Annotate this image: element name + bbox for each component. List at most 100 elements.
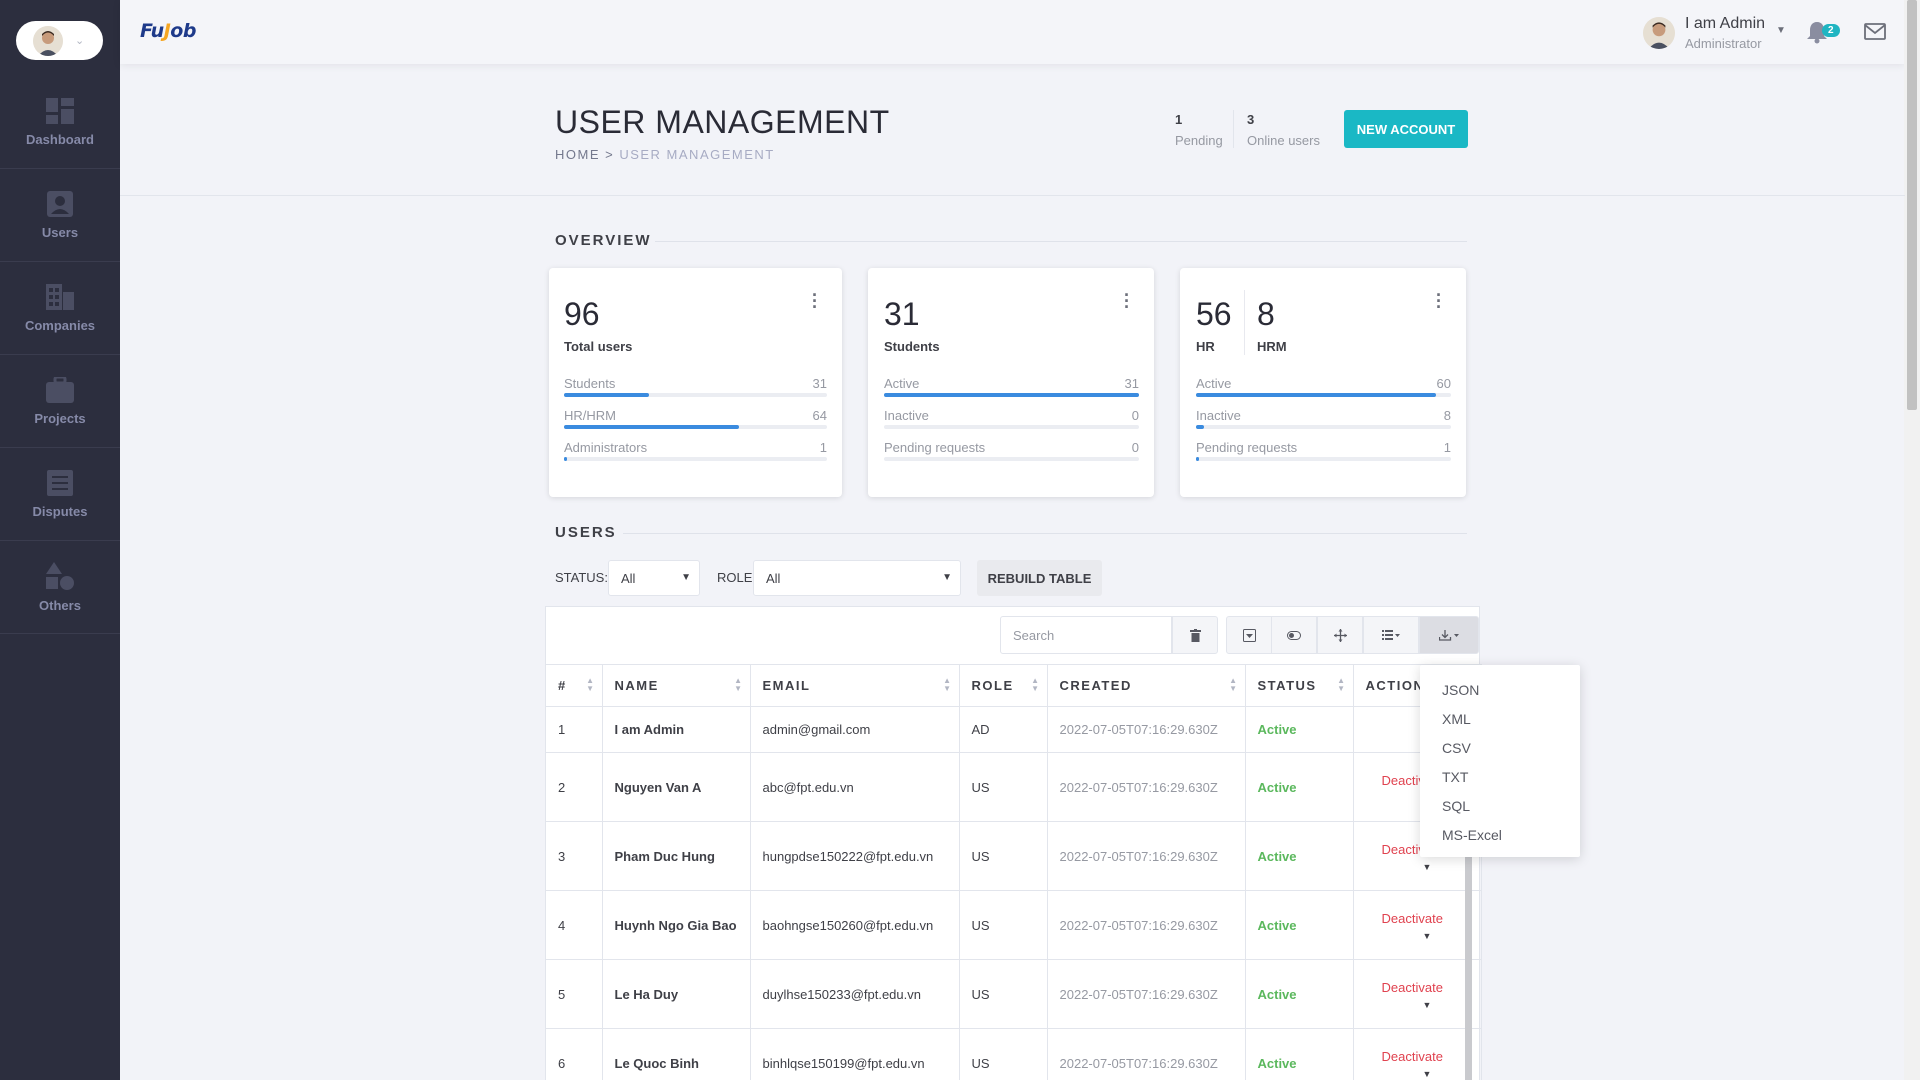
sidebar-item-users[interactable]: Users bbox=[0, 169, 120, 262]
students-caption: Students bbox=[884, 339, 940, 354]
columns-button[interactable] bbox=[1363, 616, 1419, 654]
status-badge: Active bbox=[1245, 821, 1354, 891]
export-option-sql[interactable]: SQL bbox=[1420, 791, 1580, 820]
table-row: 1 I am Admin admin@gmail.com AD 2022-07-… bbox=[546, 706, 1482, 753]
sort-icon: ▲ ▼ bbox=[1337, 676, 1347, 693]
header-user-menu[interactable]: I am Admin Administrator bbox=[1643, 15, 1765, 51]
status-badge: Active bbox=[1245, 752, 1354, 822]
hrm-value: 8 bbox=[1257, 296, 1275, 332]
role-filter-select[interactable]: All ▼ bbox=[753, 560, 961, 596]
export-option-ms-excel[interactable]: MS-Excel bbox=[1420, 820, 1580, 849]
toggle-pagination-button[interactable] bbox=[1226, 616, 1272, 654]
toggle-view-button[interactable] bbox=[1271, 616, 1317, 654]
logo[interactable]: FuJob bbox=[140, 20, 196, 42]
list-icon bbox=[1382, 630, 1400, 640]
fullscreen-button[interactable] bbox=[1317, 616, 1363, 654]
sort-icon: ▲ ▼ bbox=[943, 676, 953, 693]
search-input[interactable]: Search bbox=[1000, 616, 1172, 654]
arrows-icon bbox=[1333, 628, 1347, 642]
column-header-role[interactable]: ROLE ▲ ▼ bbox=[959, 664, 1048, 707]
sidebar-item-others[interactable]: Others bbox=[0, 541, 120, 634]
progress-fill bbox=[564, 393, 649, 397]
export-button[interactable] bbox=[1419, 616, 1479, 654]
progress-row: Active 31 bbox=[884, 376, 1139, 406]
page-title: USER MANAGEMENT bbox=[555, 104, 890, 140]
progress-fill bbox=[564, 457, 567, 461]
caret-down-icon[interactable]: ▼ bbox=[1423, 1069, 1432, 1079]
sidebar-item-label: Users bbox=[41, 224, 79, 240]
avatar bbox=[1643, 17, 1675, 49]
overview-title: OVERVIEW bbox=[555, 232, 652, 249]
deactivate-link[interactable]: Deactivate bbox=[1382, 911, 1443, 926]
progress-fill bbox=[564, 425, 740, 429]
column-header-id[interactable]: # ▲ ▼ bbox=[546, 664, 603, 707]
hrm-caption: HRM bbox=[1257, 339, 1287, 354]
divider bbox=[1244, 290, 1245, 355]
export-option-csv[interactable]: CSV bbox=[1420, 733, 1580, 762]
more-icon[interactable]: · · · bbox=[812, 286, 818, 316]
download-icon bbox=[1439, 629, 1459, 641]
table-row: 2 Nguyen Van A abc@fpt.edu.vn US 2022-07… bbox=[546, 752, 1482, 822]
hr-caption: HR bbox=[1196, 339, 1215, 354]
status-badge: Active bbox=[1245, 890, 1354, 960]
caret-down-icon[interactable]: ▼ bbox=[1776, 25, 1786, 36]
status-filter-select[interactable]: All ▼ bbox=[608, 560, 700, 596]
users-title: USERS bbox=[555, 524, 617, 541]
breadcrumb-current: USER MANAGEMENT bbox=[619, 147, 775, 162]
sidebar: ⌄ Dashboard Users Companies Projects Dis… bbox=[0, 0, 120, 1080]
sidebar-item-label: Companies bbox=[24, 317, 96, 333]
avatar bbox=[33, 25, 63, 56]
export-menu: JSON XML CSV TXT SQL MS-Excel bbox=[1420, 665, 1580, 857]
total-users-caption: Total users bbox=[564, 339, 633, 354]
status-badge: Active bbox=[1245, 959, 1354, 1029]
chevron-down-icon: ▼ bbox=[942, 572, 952, 583]
dashboard-icon bbox=[46, 97, 74, 124]
progress-fill bbox=[884, 393, 1139, 397]
sidebar-item-companies[interactable]: Companies bbox=[0, 262, 120, 355]
sidebar-item-label: Disputes bbox=[32, 503, 88, 519]
breadcrumb-home[interactable]: HOME bbox=[555, 147, 600, 162]
user-name: I am Admin bbox=[1685, 15, 1766, 32]
export-option-txt[interactable]: TXT bbox=[1420, 762, 1580, 791]
sidebar-item-label: Others bbox=[39, 597, 81, 613]
rebuild-table-button[interactable]: REBUILD TABLE bbox=[977, 560, 1102, 596]
export-option-xml[interactable]: XML bbox=[1420, 704, 1580, 733]
scrollbar-thumb[interactable] bbox=[1907, 0, 1917, 410]
card-total-users: 96 Total users · · · Students 31 HR/HRM 64 A… bbox=[549, 268, 842, 497]
export-option-json[interactable]: JSON bbox=[1420, 675, 1580, 704]
sidebar-item-dashboard[interactable]: Dashboard bbox=[0, 76, 120, 169]
table-row: 5 Le Ha Duy duylhse150233@fpt.edu.vn US … bbox=[546, 959, 1482, 1029]
caret-down-icon[interactable]: ▼ bbox=[1423, 1000, 1432, 1010]
new-account-button[interactable]: NEW ACCOUNT bbox=[1344, 110, 1468, 148]
column-header-status[interactable]: STATUS ▲ ▼ bbox=[1245, 664, 1354, 707]
progress-fill bbox=[1196, 425, 1204, 429]
top-header bbox=[120, 0, 1905, 64]
table-scrollbar[interactable] bbox=[1465, 856, 1472, 1080]
chevron-down-icon: ▼ bbox=[681, 572, 691, 583]
user-icon bbox=[47, 190, 73, 217]
clear-search-button[interactable] bbox=[1172, 616, 1218, 654]
column-header-created[interactable]: CREATED ▲ ▼ bbox=[1047, 664, 1246, 707]
deactivate-link[interactable]: Deactivate bbox=[1382, 1049, 1443, 1064]
sidebar-user-menu[interactable]: ⌄ bbox=[16, 21, 103, 60]
deactivate-link[interactable]: Deactivate bbox=[1382, 980, 1443, 995]
briefcase-icon bbox=[46, 376, 74, 403]
action-cell: Deactivate ▼ bbox=[1353, 1028, 1482, 1080]
trash-icon bbox=[1189, 628, 1201, 642]
page-scrollbar[interactable] bbox=[1904, 0, 1920, 1080]
sidebar-item-disputes[interactable]: Disputes bbox=[0, 448, 120, 541]
progress-row: Administrators 1 bbox=[564, 440, 827, 470]
table-header-row: # ▲ ▼ NAME ▲ ▼ EMAIL ▲ ▼ ROLE ▲ ▼ CREATED ▲ ▼ STAT… bbox=[546, 664, 1482, 707]
column-header-name[interactable]: NAME ▲ ▼ bbox=[602, 664, 751, 707]
role-filter-label: ROLE: bbox=[717, 570, 757, 585]
sidebar-item-projects[interactable]: Projects bbox=[0, 355, 120, 448]
more-icon[interactable]: · · · bbox=[1436, 286, 1442, 316]
column-header-email[interactable]: EMAIL ▲ ▼ bbox=[750, 664, 960, 707]
progress-fill bbox=[1196, 393, 1436, 397]
mail-icon[interactable] bbox=[1864, 23, 1886, 45]
more-icon[interactable]: · · · bbox=[1124, 286, 1130, 316]
caret-down-icon[interactable]: ▼ bbox=[1423, 862, 1432, 872]
action-cell: Deactivate ▼ bbox=[1353, 959, 1482, 1029]
caret-down-icon[interactable]: ▼ bbox=[1423, 931, 1432, 941]
status-badge: Active bbox=[1245, 706, 1354, 753]
